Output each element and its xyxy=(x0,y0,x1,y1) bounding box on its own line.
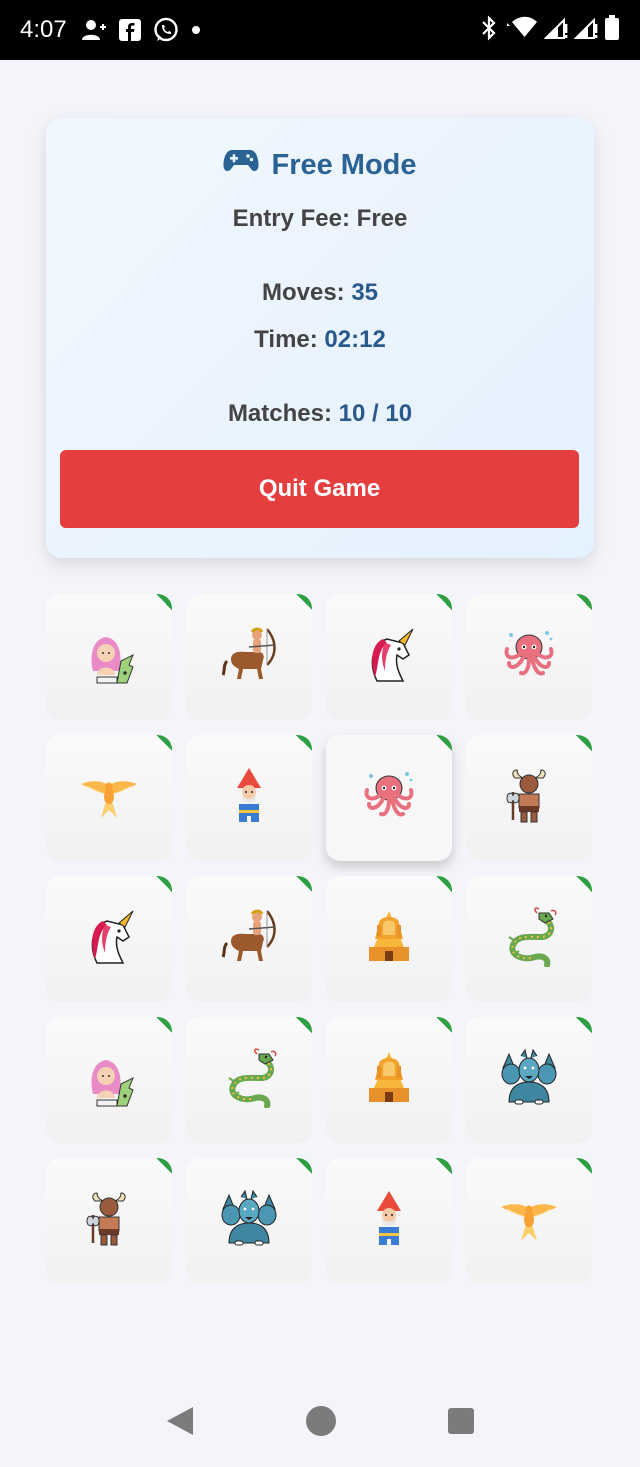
navigation-bar xyxy=(0,1380,640,1467)
bluetooth-icon xyxy=(480,14,498,46)
matched-marker xyxy=(296,1017,312,1033)
time-value: 02:12 xyxy=(324,326,386,353)
matched-marker xyxy=(576,876,592,892)
time-stat: Time: 02:12 xyxy=(46,326,594,354)
sphinx-icon xyxy=(359,907,419,972)
mermaid-icon xyxy=(79,1048,139,1113)
matched-marker xyxy=(436,594,452,610)
matched-marker xyxy=(576,1017,592,1033)
memory-card[interactable] xyxy=(46,735,172,861)
gamepad-icon xyxy=(223,148,260,182)
phoenix-icon xyxy=(79,766,139,831)
matched-marker xyxy=(296,1158,312,1174)
recents-icon[interactable] xyxy=(447,1407,475,1440)
card-grid xyxy=(46,594,592,1284)
memory-card[interactable] xyxy=(186,1017,312,1143)
memory-card[interactable] xyxy=(46,594,172,720)
matched-marker xyxy=(156,1017,172,1033)
matched-marker xyxy=(436,876,452,892)
time-label: Time: xyxy=(254,326,318,353)
moves-stat: Moves: 35 xyxy=(46,279,594,307)
matched-marker xyxy=(296,876,312,892)
memory-card[interactable] xyxy=(46,876,172,1002)
matched-marker xyxy=(156,594,172,610)
notification-dot-icon xyxy=(191,25,201,35)
home-icon[interactable] xyxy=(305,1405,337,1442)
matched-marker xyxy=(156,876,172,892)
memory-card[interactable] xyxy=(186,735,312,861)
memory-card[interactable] xyxy=(466,735,592,861)
status-bar: 4:07 xyxy=(0,0,640,60)
whatsapp-icon xyxy=(153,17,179,43)
matches-stat: Matches: 10 / 10 xyxy=(46,400,594,428)
gnome-icon xyxy=(219,766,279,831)
dragon-icon xyxy=(499,906,559,972)
back-icon[interactable] xyxy=(165,1405,195,1442)
memory-card[interactable] xyxy=(326,594,452,720)
memory-card[interactable] xyxy=(466,876,592,1002)
cerberus-icon xyxy=(499,1048,559,1113)
matched-marker xyxy=(436,1158,452,1174)
matched-marker xyxy=(156,1158,172,1174)
memory-card[interactable] xyxy=(326,1158,452,1284)
sphinx-icon xyxy=(359,1048,419,1113)
memory-card[interactable] xyxy=(326,1017,452,1143)
memory-card[interactable] xyxy=(326,876,452,1002)
matched-marker xyxy=(576,735,592,751)
matches-value: 10 / 10 xyxy=(338,400,413,427)
wifi-icon xyxy=(504,15,538,46)
signal-icon xyxy=(543,16,568,45)
mermaid-icon xyxy=(79,625,139,690)
mode-title-text: Free Mode xyxy=(271,148,417,181)
moves-value: 35 xyxy=(351,279,379,306)
phoenix-icon xyxy=(499,1189,559,1254)
memory-card[interactable] xyxy=(46,1017,172,1143)
memory-card[interactable] xyxy=(466,594,592,720)
status-time: 4:07 xyxy=(20,16,67,43)
memory-card[interactable] xyxy=(46,1158,172,1284)
entry-fee: Entry Fee: Free xyxy=(232,205,408,232)
memory-card[interactable] xyxy=(186,1158,312,1284)
matched-marker xyxy=(296,594,312,610)
quit-game-button[interactable]: Quit Game xyxy=(60,450,579,528)
battery-icon xyxy=(604,14,620,46)
gnome-icon xyxy=(359,1189,419,1254)
memory-card[interactable] xyxy=(466,1158,592,1284)
memory-card[interactable] xyxy=(326,735,452,861)
minotaur-icon xyxy=(499,766,559,831)
unicorn-icon xyxy=(79,907,139,972)
moves-label: Moves: xyxy=(261,279,345,306)
kraken-icon xyxy=(499,625,559,690)
kraken-icon xyxy=(359,766,419,831)
matched-marker xyxy=(436,1017,452,1033)
game-info-card: Free Mode Entry Fee: Free Moves: 35 Time… xyxy=(46,118,594,558)
matched-marker xyxy=(576,594,592,610)
matched-marker xyxy=(576,1158,592,1174)
dragon-icon xyxy=(219,1047,279,1113)
facebook-icon xyxy=(118,19,141,41)
matches-label: Matches: xyxy=(227,400,332,427)
add-contact-icon xyxy=(81,18,107,42)
memory-card[interactable] xyxy=(186,876,312,1002)
matched-marker xyxy=(296,735,312,751)
matched-marker xyxy=(436,735,452,751)
matched-marker xyxy=(156,735,172,751)
minotaur-icon xyxy=(79,1189,139,1254)
mode-title: Free Mode xyxy=(46,148,594,182)
unicorn-icon xyxy=(359,625,419,690)
memory-card[interactable] xyxy=(186,594,312,720)
centaur-icon xyxy=(219,907,279,972)
cerberus-icon xyxy=(219,1189,279,1254)
memory-card[interactable] xyxy=(466,1017,592,1143)
signal-icon xyxy=(573,16,598,45)
status-right-icons xyxy=(480,14,620,46)
centaur-icon xyxy=(219,625,279,690)
